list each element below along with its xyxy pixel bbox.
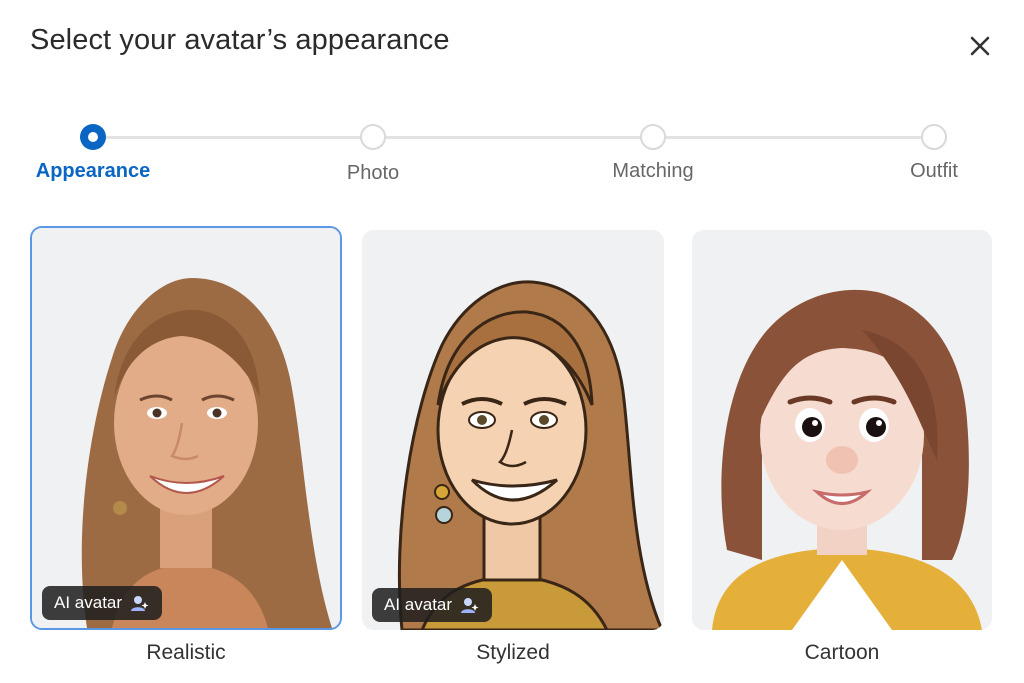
ai-avatar-badge: AI avatar	[42, 586, 163, 620]
step-dot-matching[interactable]	[640, 124, 666, 150]
card-label-cartoon: Cartoon	[804, 641, 880, 664]
card-label-realistic: Realistic	[146, 641, 226, 664]
avatar-option-stylized[interactable]: AI avatar Stylized	[362, 226, 664, 664]
step-label-appearance[interactable]: Appearance	[36, 160, 151, 183]
step-dot-photo[interactable]	[360, 124, 386, 150]
progress-stepper: Appearance Photo Matching Outfit	[0, 0, 1024, 200]
avatar-option-realistic[interactable]: AI avatar Realistic	[30, 226, 342, 664]
avatar-option-cartoon[interactable]: Cartoon	[692, 226, 992, 664]
avatar-card-stylized[interactable]: AI avatar	[362, 230, 664, 630]
ai-avatar-badge-label: AI avatar	[54, 593, 123, 612]
stylized-avatar-image	[362, 230, 664, 630]
ai-avatar-badge: AI avatar	[372, 588, 493, 622]
step-dot-outfit[interactable]	[921, 124, 947, 150]
ai-sparkle-person-icon	[461, 598, 479, 613]
cartoon-avatar-image	[692, 230, 992, 630]
avatar-card-cartoon[interactable]	[692, 230, 992, 630]
step-dot-appearance[interactable]	[80, 124, 106, 150]
ai-avatar-badge-label: AI avatar	[384, 595, 453, 614]
ai-sparkle-person-icon	[131, 596, 149, 611]
step-label-photo[interactable]: Photo	[347, 162, 399, 185]
step-label-outfit[interactable]: Outfit	[910, 160, 958, 183]
card-label-stylized: Stylized	[476, 641, 550, 664]
avatar-card-realistic[interactable]: AI avatar	[30, 226, 342, 630]
stepper-track	[93, 136, 934, 139]
step-label-matching[interactable]: Matching	[612, 160, 693, 183]
realistic-avatar-image	[32, 228, 340, 628]
